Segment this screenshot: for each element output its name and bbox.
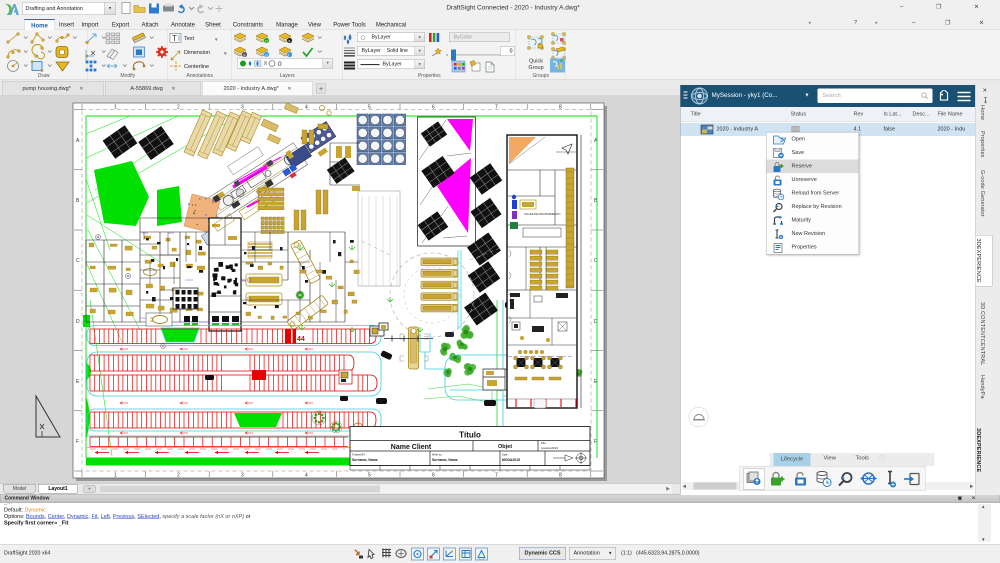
svg-text:D: D — [76, 319, 80, 325]
svg-text:T: T — [172, 34, 177, 43]
svg-text:File :: File : — [541, 441, 548, 445]
svg-text:4: 4 — [305, 473, 308, 479]
svg-text:Surname, Name: Surname, Name — [432, 458, 458, 462]
svg-text:revision2013: revision2013 — [541, 446, 558, 450]
svg-text:F: F — [76, 439, 79, 445]
svg-text:44: 44 — [297, 336, 305, 343]
svg-text:2: 2 — [177, 473, 180, 479]
svg-text:Write by :: Write by : — [432, 453, 443, 457]
svg-text:3: 3 — [241, 473, 244, 479]
svg-text:Name Client: Name Client — [391, 444, 432, 451]
svg-text:6: 6 — [432, 105, 435, 111]
svg-text:8: 8 — [559, 105, 562, 111]
svg-text:6: 6 — [432, 473, 435, 479]
svg-text:Surname, Name: Surname, Name — [352, 458, 378, 462]
svg-text:2: 2 — [177, 105, 180, 111]
svg-text:7: 7 — [495, 473, 498, 479]
svg-text:3: 3 — [241, 105, 244, 111]
svg-text:TALLER DE MANTENIMIENTO: TALLER DE MANTENIMIENTO — [524, 212, 560, 216]
svg-text:0: 0 — [278, 61, 282, 67]
svg-text:C: C — [76, 258, 80, 264]
svg-text:MODA2015: MODA2015 — [502, 458, 520, 462]
svg-text:i: i — [288, 52, 289, 57]
svg-text:4: 4 — [305, 105, 308, 111]
svg-text:Objet: Objet — [498, 444, 512, 450]
svg-text:5: 5 — [368, 105, 371, 111]
svg-text:5: 5 — [368, 473, 371, 479]
svg-text:1: 1 — [114, 105, 117, 111]
svg-text:Treated BY :: Treated BY : — [352, 453, 367, 457]
svg-text:Título: Título — [459, 431, 481, 440]
svg-text:1: 1 — [114, 473, 117, 479]
svg-text:8: 8 — [559, 473, 562, 479]
svg-text:Date :: Date : — [502, 453, 509, 457]
svg-text:7: 7 — [495, 105, 498, 111]
